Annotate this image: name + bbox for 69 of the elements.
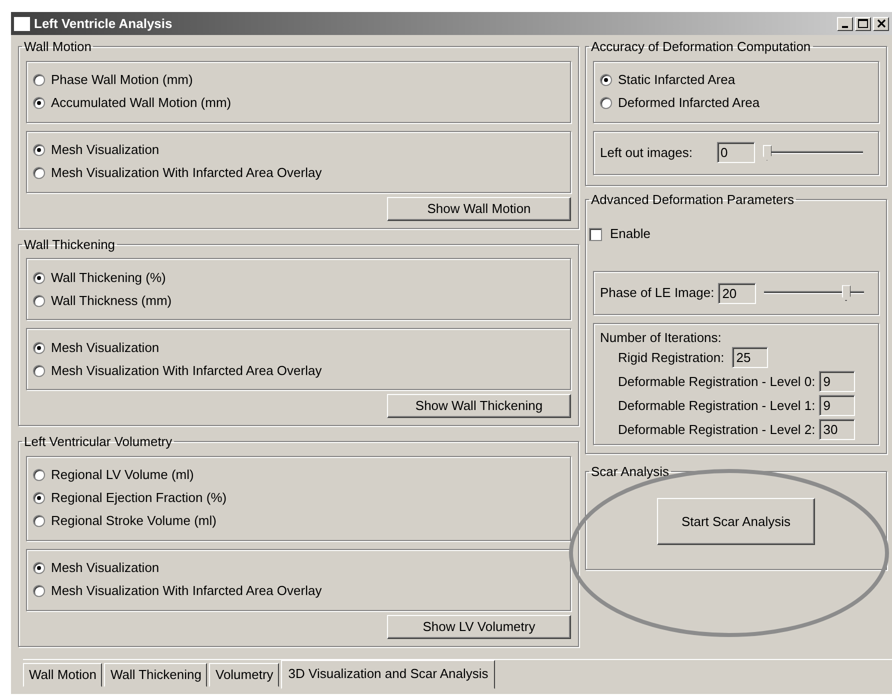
checkbox-label: Enable	[610, 226, 650, 242]
minimize-button[interactable]	[837, 16, 853, 30]
phase-input[interactable]: 20	[718, 282, 756, 304]
group-title: Left Ventricular Volumetry	[23, 434, 174, 450]
option-label: Phase Wall Motion (mm)	[51, 72, 193, 88]
slider-thumb[interactable]	[842, 285, 851, 302]
radio-button[interactable]	[33, 97, 45, 110]
radio-button[interactable]	[33, 515, 45, 528]
tab[interactable]: 3D Visualization and Scar Analysis	[281, 660, 496, 689]
field-label: Phase of LE Image:	[600, 285, 714, 301]
images-input[interactable]: 0	[716, 142, 754, 164]
option-label: Deformed Infarcted Area	[618, 95, 760, 111]
window-title: Left Ventricle Analysis	[34, 16, 172, 32]
show-button[interactable]: Show Wall Motion	[387, 196, 571, 221]
option-label: Mesh Visualization With Infarcted Area Overlay	[51, 165, 322, 181]
option-label: Mesh Visualization	[51, 560, 160, 576]
radio-button[interactable]	[33, 585, 45, 598]
option-label: Static Infarcted Area	[618, 72, 736, 88]
radio-button[interactable]	[33, 562, 45, 574]
option-label: Accumulated Wall Motion (mm)	[51, 95, 232, 111]
tab[interactable]: Wall Thickening	[104, 663, 208, 687]
number-input[interactable]: 30	[819, 419, 856, 440]
field-label: Deformable Registration - Level 0:	[618, 374, 816, 390]
group-title: Accuracy of Deformation Computation	[590, 39, 812, 55]
option-label: Regional Ejection Fraction (%)	[51, 490, 227, 506]
option-label: Wall Thickness (mm)	[51, 292, 172, 308]
tab[interactable]: Volumetry	[209, 663, 280, 687]
radio-button[interactable]	[33, 469, 45, 482]
field-label: Deformable Registration - Level 1:	[618, 398, 816, 414]
tab[interactable]: Wall Motion	[23, 663, 102, 687]
window-icon	[14, 16, 30, 30]
option-label: Regional LV Volume (ml)	[51, 467, 194, 484]
group-title: Wall Motion	[23, 39, 92, 55]
start-button[interactable]: Start Scar Analysis	[657, 498, 815, 546]
number-input[interactable]: 9	[819, 395, 856, 416]
number-input[interactable]: 9	[819, 371, 856, 392]
group-title: Advanced Deformation Parameters	[590, 192, 796, 208]
close-button[interactable]	[873, 16, 889, 30]
group-title: Wall Thickening	[23, 236, 116, 252]
option-label: Mesh Visualization With Infarcted Area Overlay	[51, 362, 322, 378]
show-button[interactable]: Show LV Volumetry	[387, 614, 571, 639]
radio-button[interactable]	[33, 364, 45, 377]
option-label: Wall Thickening (%)	[51, 270, 166, 286]
option-label: Mesh Visualization	[51, 142, 160, 158]
radio-button[interactable]	[33, 342, 45, 354]
radio-button[interactable]	[600, 74, 612, 86]
maximize-button[interactable]	[855, 16, 871, 30]
field-label: Left out images:	[600, 144, 692, 160]
radio-button[interactable]	[33, 74, 45, 86]
radio-button[interactable]	[33, 492, 45, 504]
maximize-icon	[858, 19, 868, 28]
radio-button[interactable]	[33, 272, 45, 284]
radio-button[interactable]	[33, 144, 45, 156]
option-label: Mesh Visualization	[51, 340, 160, 356]
close-icon	[876, 19, 886, 28]
radio-button[interactable]	[33, 294, 45, 307]
checkbox[interactable]	[589, 228, 602, 241]
section-label: Number of Iterations:	[600, 330, 722, 346]
minimize-icon	[842, 26, 848, 28]
radio-button[interactable]	[600, 97, 612, 110]
slider-thumb[interactable]	[762, 144, 772, 161]
option-label: Mesh Visualization With Infarcted Area Overlay	[51, 583, 322, 600]
number-input[interactable]: 25	[732, 347, 768, 368]
option-label: Regional Stroke Volume (ml)	[51, 513, 216, 530]
group-title: Scar Analysis	[590, 464, 670, 480]
show-button[interactable]: Show Wall Thickening	[387, 394, 571, 418]
field-label: Rigid Registration:	[618, 350, 724, 366]
field-label: Deformable Registration - Level 2:	[618, 422, 816, 438]
radio-button[interactable]	[33, 167, 45, 180]
